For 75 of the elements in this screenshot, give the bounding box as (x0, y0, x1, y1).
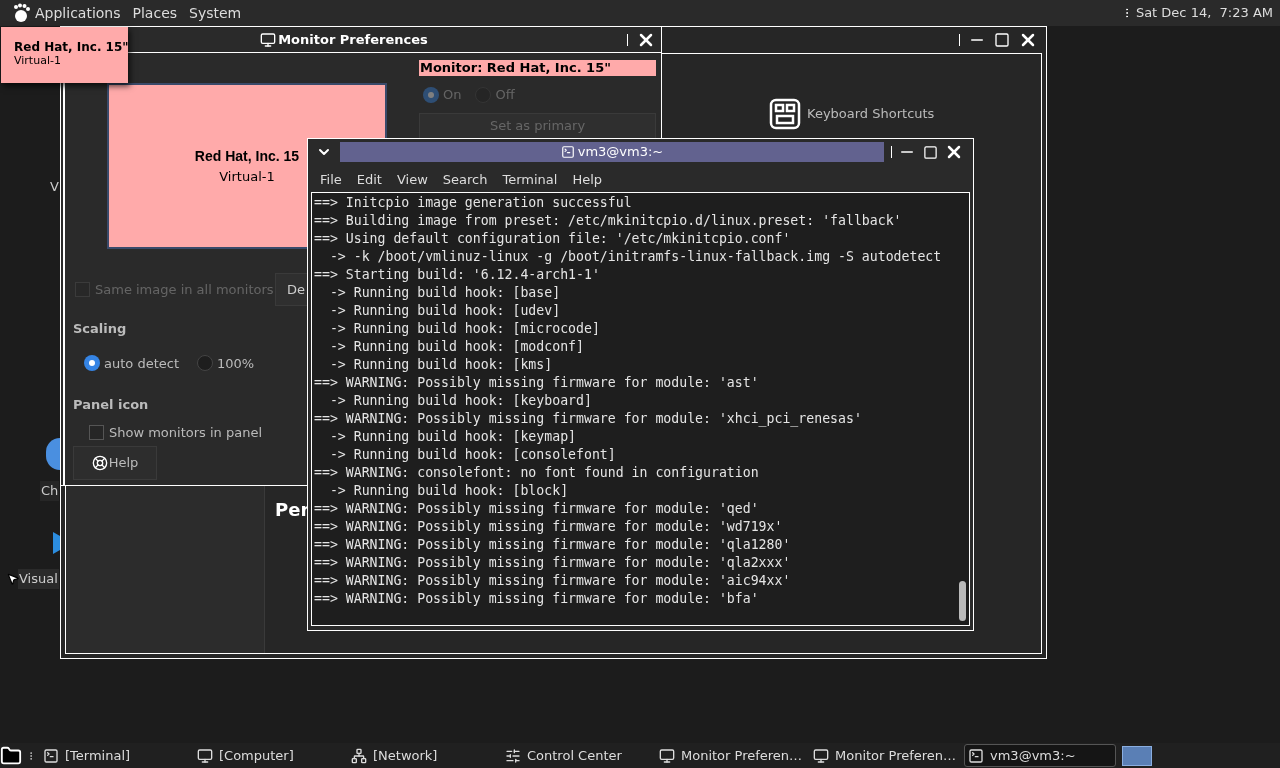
shortcut-label[interactable]: Keyboard Shortcuts (807, 104, 935, 124)
terminal-line: -> Running build hook: [modconf] (328, 338, 585, 356)
sliders-icon (505, 747, 521, 764)
terminal-line: -> Running build hook: [block] (328, 482, 570, 500)
maximize-icon[interactable] (923, 144, 938, 160)
maximize-icon[interactable] (994, 32, 1010, 48)
monitor-name: Red Hat, Inc. 15 (194, 146, 300, 166)
terminal-line: ==> WARNING: Possibly missing firmware for module: 'qla1280' (314, 536, 792, 554)
terminal-line: ==> Starting build: '6.12.4-arch1-1' (314, 266, 601, 284)
terminal-line: ==> WARNING: Possibly missing firmware for module: 'ast' (314, 374, 760, 392)
monitor-label: Monitor: Red Hat, Inc. 15" (419, 60, 656, 76)
menu-item[interactable]: Terminal (502, 170, 558, 190)
folder-icon[interactable] (0, 744, 22, 767)
terminal-line: -> Running build hook: [keymap] (328, 428, 577, 446)
taskbar-button[interactable]: [Network] (348, 744, 500, 767)
monitor-icon (197, 747, 213, 764)
monitor-icon (260, 31, 277, 48)
taskbar-button[interactable]: Control Center (502, 744, 654, 767)
foot-icon[interactable] (12, 3, 31, 23)
taskbar-button[interactable]: Monitor Preferen… (656, 744, 808, 767)
terminal-line: ==> WARNING: Possibly missing firmware for module: 'wd719x' (314, 518, 784, 536)
terminal-line: -> Running build hook: [base] (328, 284, 562, 302)
terminal-icon (43, 747, 59, 764)
menu-item[interactable]: Search (442, 170, 488, 190)
terminal-line: -> Running build hook: [kms] (328, 356, 554, 374)
panel-icon-heading: Panel icon (73, 396, 149, 414)
taskbar-button[interactable]: [Terminal] (40, 744, 192, 767)
network-icon (351, 747, 367, 764)
terminal-line: ==> WARNING: Possibly missing firmware for module: 'bfa' (314, 590, 760, 608)
monitor-icon (659, 747, 675, 764)
menu-item[interactable]: Help (572, 170, 603, 190)
terminal-line: -> Running build hook: [consolefont] (328, 446, 617, 464)
terminal-icon (968, 747, 984, 764)
menu-item[interactable]: Places (132, 2, 178, 24)
terminal-line: ==> WARNING: Possibly missing firmware for module: 'aic94xx' (314, 572, 792, 590)
clock[interactable]: Sat Dec 14, 7:23 AM (1135, 3, 1273, 23)
taskbar-button[interactable]: Monitor Preferen… (810, 744, 962, 767)
scrollbar-thumb[interactable] (958, 581, 966, 621)
show-monitors-checkbox[interactable]: Show monitors in panel (89, 422, 263, 442)
monitor-output: Virtual-1 (219, 167, 275, 186)
detect-button[interactable]: De (275, 273, 307, 306)
terminal-line: -> Running build hook: [microcode] (328, 320, 601, 338)
help-icon (91, 455, 108, 471)
mouse-cursor-icon (6, 571, 20, 587)
taskbar-button[interactable]: [Computer] (194, 744, 346, 767)
desktop-icon-label[interactable]: Visual (18, 569, 59, 589)
menu-item[interactable]: Edit (356, 170, 382, 190)
keyboard-icon[interactable] (769, 98, 801, 130)
terminal-line: ==> WARNING: Possibly missing firmware for module: 'xhci_pci_renesas' (314, 410, 863, 428)
terminal-line: ==> WARNING: consolefont: no font found in configuration (314, 464, 760, 482)
tooltip-title: Red Hat, Inc. 15" (14, 40, 128, 54)
menu-item[interactable]: File (320, 170, 342, 190)
desktop-icon-label[interactable]: V (50, 177, 59, 197)
menu-item[interactable]: Applications (35, 2, 121, 24)
terminal-line: -> Running build hook: [udev] (328, 302, 562, 320)
window-title: Monitor Preferences (278, 30, 428, 49)
terminal-line: -> -k /boot/vmlinuz-linux -g /boot/initramfs-linux-fallback.img -S autodetect (328, 248, 943, 266)
scaling-radio[interactable]: 100% (197, 353, 255, 373)
window-title: vm3@vm3:~ (577, 143, 664, 162)
browser-icon[interactable] (46, 438, 60, 470)
terminal-icon (560, 145, 575, 159)
taskbar-button[interactable]: vm3@vm3:~ (964, 744, 1116, 767)
menu-item[interactable]: System (189, 2, 242, 24)
terminal-line: -> Running build hook: [keyboard] (328, 392, 593, 410)
monitor-icon (813, 747, 829, 764)
scaling-heading: Scaling (73, 320, 127, 338)
tooltip-subtitle: Virtual-1 (14, 54, 62, 68)
menu-item[interactable]: View (396, 170, 428, 190)
terminal-line: ==> WARNING: Possibly missing firmware for module: 'qed' (314, 500, 760, 518)
section-heading: Per (275, 498, 310, 522)
workspace-switcher[interactable] (1122, 745, 1152, 766)
terminal-line: ==> WARNING: Possibly missing firmware for module: 'qla2xxx' (314, 554, 792, 572)
scaling-radio[interactable]: auto detect (84, 353, 179, 373)
desktop-icon-label[interactable]: Ch (40, 481, 60, 501)
help-button[interactable]: Help (73, 446, 157, 480)
